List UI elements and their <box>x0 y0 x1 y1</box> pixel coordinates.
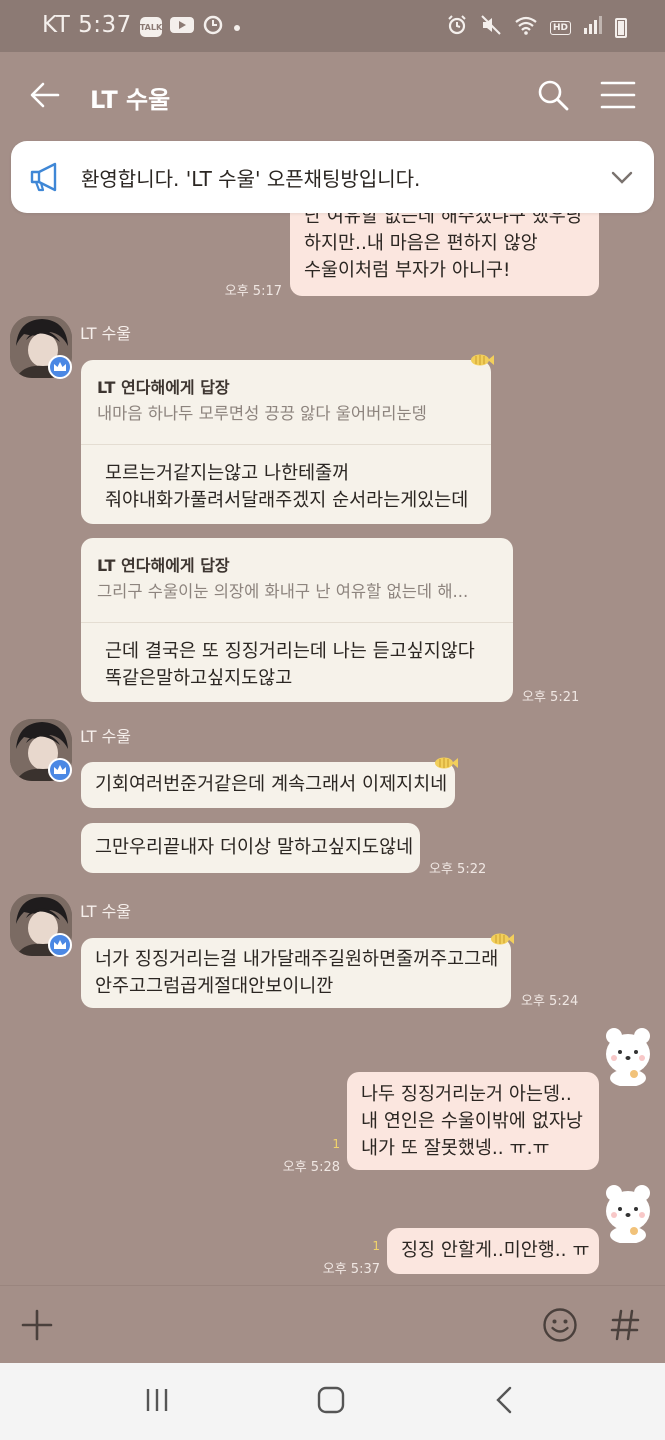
message-bubble[interactable]: 너가 징징거리는걸 내가달래주길원하면줄꺼주고그래 안주고그럼곱게절대안보이니깐 <box>81 938 511 1008</box>
unread-count: 1 <box>332 1137 340 1151</box>
back-button[interactable] <box>28 78 62 112</box>
unread-count: 1 <box>372 1239 380 1253</box>
battery-icon <box>615 17 627 38</box>
signal-icon <box>583 15 603 40</box>
plus-icon <box>21 1309 53 1341</box>
message-bubble[interactable]: 기회여러번준거같은데 계속그래서 이제지치네 <box>81 762 455 808</box>
recents-button[interactable] <box>145 1385 169 1415</box>
hd-icon: HD <box>549 20 571 35</box>
hamburger-menu-icon <box>600 81 636 109</box>
sender-name: LT 수울 <box>80 324 132 343</box>
my-message-bubble[interactable]: 난 여유할 없는데 해주겠냐구 했우낭 하지만..내 마음은 편하지 않앙 수울… <box>290 213 599 296</box>
menu-button[interactable] <box>600 80 636 110</box>
message-time: 오후 5:24 <box>521 994 579 1009</box>
message-text-line: 난 여유할 없는데 해주겠냐구 했우낭 <box>304 213 583 227</box>
dot-icon <box>232 18 242 37</box>
notice-text: 환영합니다. 'LT 수울' 오픈채팅방입니다. <box>81 167 421 191</box>
chat-header: LT 수울 <box>0 52 665 140</box>
hashtag-button[interactable] <box>610 1307 640 1343</box>
timer-icon <box>202 14 224 40</box>
reply-divider <box>81 622 513 623</box>
search-button[interactable] <box>536 78 570 112</box>
home-button[interactable] <box>316 1385 346 1415</box>
message-text-line: 징징 안할게..미안행.. ㅠ <box>401 1240 590 1261</box>
recents-icon <box>146 1389 168 1411</box>
message-text-line: 기회여러번준거같은데 계속그래서 이제지치네 <box>95 774 448 795</box>
message-text-line: 내가 또 잘못했넹.. ㅠ.ㅠ <box>361 1138 550 1159</box>
fish-decoration-icon <box>471 354 494 366</box>
message-bubble[interactable]: 그만우리끝내자 더이상 말하고싶지도않네 <box>81 823 420 873</box>
message-text-line: 줘야내화가풀려서달래주겠지 순서라는게있는데 <box>105 490 469 511</box>
hash-icon <box>610 1309 640 1341</box>
message-text-line: 나두 징징거리눈거 아는뎅.. <box>361 1084 572 1105</box>
home-icon <box>317 1386 345 1414</box>
message-input-bar[interactable] <box>0 1285 665 1363</box>
status-notification-icons: TALK <box>140 14 242 40</box>
message-time: 오후 5:37 <box>322 1262 380 1277</box>
sender-name: LT 수울 <box>80 727 132 746</box>
reply-header: LT 연다해에게 답장 <box>97 556 230 575</box>
status-system-icons: HD <box>446 14 627 41</box>
reply-divider <box>81 444 491 445</box>
message-text-line: 그만우리끝내자 더이상 말하고싶지도않네 <box>95 837 414 858</box>
mute-icon <box>480 14 502 41</box>
youtube-icon <box>170 15 194 39</box>
chevron-down-icon[interactable] <box>610 165 634 189</box>
system-navigation-bar <box>0 1363 665 1440</box>
megaphone-icon <box>30 162 57 192</box>
message-text-line: 하지만..내 마음은 편하지 않앙 <box>304 233 538 254</box>
my-message-bubble[interactable]: 징징 안할게..미안행.. ㅠ <box>387 1228 599 1274</box>
chat-message-list[interactable]: 난 여유할 없는데 해주겠냐구 했우낭 하지만..내 마음은 편하지 않앙 수울… <box>0 213 665 1285</box>
status-bar: KT 5:37 TALK HD <box>0 0 665 52</box>
chat-room-title: LT 수울 <box>90 86 171 114</box>
reply-quote-text: 그리구 수울이눈 의장에 화내구 난 여유할 없는데 해... <box>97 582 469 601</box>
message-text-line: 수울이처럼 부자가 아니구! <box>304 260 511 281</box>
alarm-icon <box>446 14 468 41</box>
arrow-left-icon <box>30 82 60 108</box>
message-time: 오후 5:17 <box>224 284 282 299</box>
crown-badge-icon <box>48 933 72 957</box>
reply-message-bubble[interactable]: LT 연다해에게 답장 그리구 수울이눈 의장에 화내구 난 여유할 없는데 해… <box>81 538 513 702</box>
message-text-line: 모르는거같지는않고 나한테줄꺼 <box>105 463 350 484</box>
message-time: 오후 5:28 <box>282 1160 340 1175</box>
message-text-line: 안주고그럼곱게절대안보이니깐 <box>95 976 334 997</box>
notice-banner[interactable]: 환영합니다. 'LT 수울' 오픈채팅방입니다. <box>11 141 654 213</box>
message-time: 오후 5:22 <box>429 862 487 877</box>
wifi-icon <box>514 15 538 40</box>
bear-sticker-icon <box>606 1028 650 1086</box>
crown-badge-icon <box>48 355 72 379</box>
fish-decoration-icon <box>491 933 514 945</box>
message-time: 오후 5:21 <box>522 690 580 705</box>
search-icon <box>538 80 569 111</box>
message-text-line: 너가 징징거리는걸 내가달래주길원하면줄꺼주고그래 <box>95 949 499 970</box>
message-text-line: 근데 결국은 또 징징거리는데 나는 듣고싶지않다 <box>105 641 475 662</box>
reply-header: LT 연다해에게 답장 <box>97 378 230 397</box>
my-message-bubble[interactable]: 나두 징징거리눈거 아는뎅.. 내 연인은 수울이밖에 없자낭 내가 또 잘못했… <box>347 1072 599 1170</box>
sender-name: LT 수울 <box>80 902 132 921</box>
back-icon <box>496 1386 512 1414</box>
emoji-icon <box>543 1308 577 1342</box>
reply-quote-text: 내마음 하나두 모루면성 끙끙 앓다 울어버리눈뎅 <box>97 404 427 423</box>
bear-sticker-icon <box>606 1185 650 1243</box>
reply-message-bubble[interactable]: LT 연다해에게 답장 내마음 하나두 모루면성 끙끙 앓다 울어버리눈뎅 모르… <box>81 360 491 524</box>
crown-badge-icon <box>48 758 72 782</box>
message-text-line: 똑같은말하고싶지도않고 <box>105 668 293 689</box>
talk-icon: TALK <box>140 17 162 37</box>
emoji-button[interactable] <box>542 1307 578 1343</box>
message-text-line: 내 연인은 수울이밖에 없자낭 <box>361 1111 583 1132</box>
status-time: KT 5:37 <box>42 12 132 38</box>
attach-button[interactable] <box>20 1308 54 1342</box>
fish-decoration-icon <box>435 757 458 769</box>
system-back-button[interactable] <box>492 1385 516 1415</box>
